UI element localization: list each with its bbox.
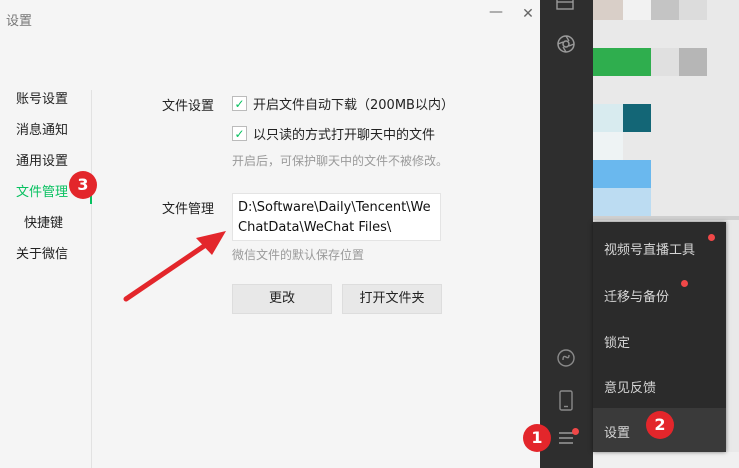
step-badge-1: 1 xyxy=(523,424,551,452)
annotation-arrow xyxy=(123,231,226,302)
step-badge-3: 3 xyxy=(69,171,97,199)
step-badge-2: 2 xyxy=(646,411,674,439)
